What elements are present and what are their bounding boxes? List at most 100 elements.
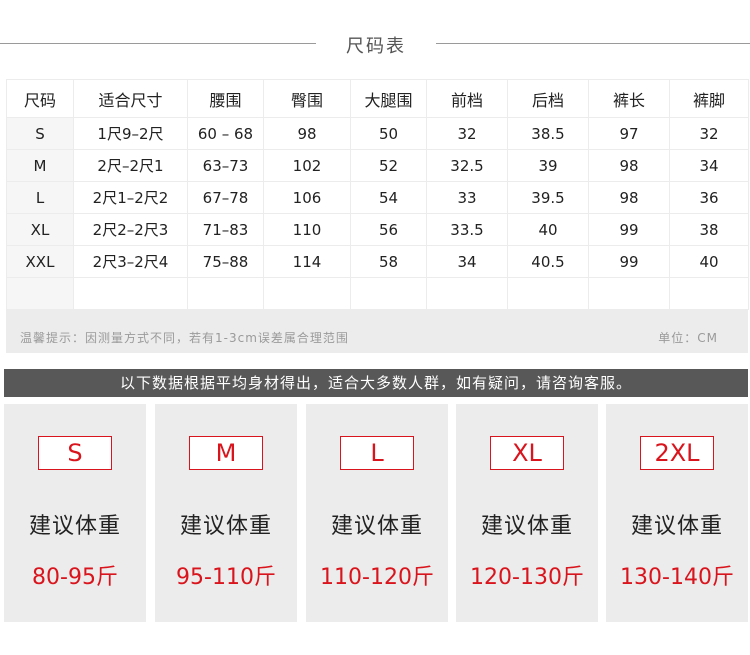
title-divider-right — [436, 43, 750, 44]
table-cell: 114 — [263, 245, 351, 278]
table-cell: 71–83 — [187, 213, 264, 246]
table-cell: 98 — [588, 181, 670, 214]
table-cell: 40 — [507, 213, 589, 246]
info-banner: 以下数据根据平均身材得出，适合大多数人群，如有疑问，请咨询客服。 — [4, 369, 748, 397]
weight-range: 80-95斤 — [32, 565, 118, 590]
table-cell: 102 — [263, 149, 351, 182]
table-cell: 39.5 — [507, 181, 589, 214]
recommend-label: 建议体重 — [480, 514, 573, 539]
page-title: 尺码表 — [346, 36, 406, 57]
table-cell: 39 — [507, 149, 589, 182]
title-divider-left — [0, 43, 316, 44]
table-cell: XXL — [6, 245, 74, 278]
header-thigh: 大腿围 — [350, 79, 427, 118]
table-cell: 2尺–2尺1 — [73, 149, 188, 182]
weight-range: 95-110斤 — [176, 565, 276, 590]
table-cell: 40.5 — [507, 245, 589, 278]
size-badge: XL — [490, 436, 564, 470]
table-cell: 33.5 — [426, 213, 508, 246]
table-cell: 40 — [669, 245, 749, 278]
header-length: 裤长 — [588, 79, 670, 118]
weight-range: 130-140斤 — [620, 565, 734, 590]
table-cell — [426, 277, 508, 310]
header-back-rise: 后档 — [507, 79, 589, 118]
table-cell: 34 — [426, 245, 508, 278]
unit-label: 单位：CM — [658, 331, 718, 345]
size-table-panel: 尺码 适合尺寸 腰围 臀围 大腿围 前档 后档 裤长 裤脚 S 1尺9–2尺 6… — [6, 79, 749, 353]
weight-range: 120-130斤 — [470, 565, 584, 590]
table-cell — [588, 277, 670, 310]
table-cell: 98 — [263, 117, 351, 150]
weight-card-m: M 建议体重 95-110斤 — [155, 404, 297, 622]
recommend-label: 建议体重 — [179, 514, 272, 539]
size-badge: S — [38, 436, 112, 470]
weight-card-2xl: 2XL 建议体重 130-140斤 — [606, 404, 748, 622]
table-header-row: 尺码 适合尺寸 腰围 臀围 大腿围 前档 后档 裤长 裤脚 — [6, 79, 749, 118]
size-badge: M — [189, 436, 263, 470]
recommend-label: 建议体重 — [630, 514, 723, 539]
table-cell: 32 — [426, 117, 508, 150]
header-front-rise: 前档 — [426, 79, 508, 118]
header-hem: 裤脚 — [669, 79, 749, 118]
table-cell: 32 — [669, 117, 749, 150]
table-cell: 98 — [588, 149, 670, 182]
table-cell: 67–78 — [187, 181, 264, 214]
table-cell: 99 — [588, 213, 670, 246]
header-fit-size: 适合尺寸 — [73, 79, 188, 118]
header-hip: 臀围 — [263, 79, 351, 118]
header-size: 尺码 — [6, 79, 74, 118]
recommend-label: 建议体重 — [28, 514, 121, 539]
table-row: M 2尺–2尺1 63–73 102 52 32.5 39 98 34 — [6, 149, 749, 182]
header-waist: 腰围 — [187, 79, 264, 118]
table-cell — [350, 277, 427, 310]
table-cell — [507, 277, 589, 310]
table-cell — [263, 277, 351, 310]
table-cell: 99 — [588, 245, 670, 278]
table-cell: 2尺3–2尺4 — [73, 245, 188, 278]
table-cell: 38 — [669, 213, 749, 246]
table-cell — [187, 277, 264, 310]
table-cell: 38.5 — [507, 117, 589, 150]
title-row: 尺码表 — [0, 26, 750, 62]
table-row: S 1尺9–2尺 60 – 68 98 50 32 38.5 97 32 — [6, 117, 749, 150]
weight-card-l: L 建议体重 110-120斤 — [306, 404, 448, 622]
size-badge: 2XL — [640, 436, 714, 470]
table-cell: 56 — [350, 213, 427, 246]
table-cell: 52 — [350, 149, 427, 182]
table-cell: 63–73 — [187, 149, 264, 182]
table-row: L 2尺1–2尺2 67–78 106 54 33 39.5 98 36 — [6, 181, 749, 214]
table-cell: 2尺2–2尺3 — [73, 213, 188, 246]
table-cell: 97 — [588, 117, 670, 150]
recommend-label: 建议体重 — [330, 514, 423, 539]
table-cell: 60 – 68 — [187, 117, 264, 150]
table-cell: 2尺1–2尺2 — [73, 181, 188, 214]
table-cell: M — [6, 149, 74, 182]
table-cell: S — [6, 117, 74, 150]
weight-card-s: S 建议体重 80-95斤 — [4, 404, 146, 622]
table-row-empty — [6, 277, 749, 310]
size-table: 尺码 适合尺寸 腰围 臀围 大腿围 前档 后档 裤长 裤脚 S 1尺9–2尺 6… — [6, 79, 749, 310]
table-cell: L — [6, 181, 74, 214]
measurement-note: 温馨提示：因测量方式不同，若有1-3cm误差属合理范围 — [20, 331, 349, 345]
table-cell — [6, 277, 74, 310]
table-cell: 50 — [350, 117, 427, 150]
table-cell — [73, 277, 188, 310]
size-badge: L — [340, 436, 414, 470]
table-cell: 34 — [669, 149, 749, 182]
table-cell: 36 — [669, 181, 749, 214]
table-cell: XL — [6, 213, 74, 246]
table-cell — [669, 277, 749, 310]
weight-card-xl: XL 建议体重 120-130斤 — [456, 404, 598, 622]
table-cell: 110 — [263, 213, 351, 246]
table-cell: 33 — [426, 181, 508, 214]
table-cell: 32.5 — [426, 149, 508, 182]
weight-cards: S 建议体重 80-95斤 M 建议体重 95-110斤 L 建议体重 110-… — [4, 404, 748, 622]
weight-range: 110-120斤 — [320, 565, 434, 590]
table-cell: 1尺9–2尺 — [73, 117, 188, 150]
table-cell: 54 — [350, 181, 427, 214]
table-row: XXL 2尺3–2尺4 75–88 114 58 34 40.5 99 40 — [6, 245, 749, 278]
table-cell: 58 — [350, 245, 427, 278]
table-cell: 75–88 — [187, 245, 264, 278]
table-row: XL 2尺2–2尺3 71–83 110 56 33.5 40 99 38 — [6, 213, 749, 246]
table-cell: 106 — [263, 181, 351, 214]
